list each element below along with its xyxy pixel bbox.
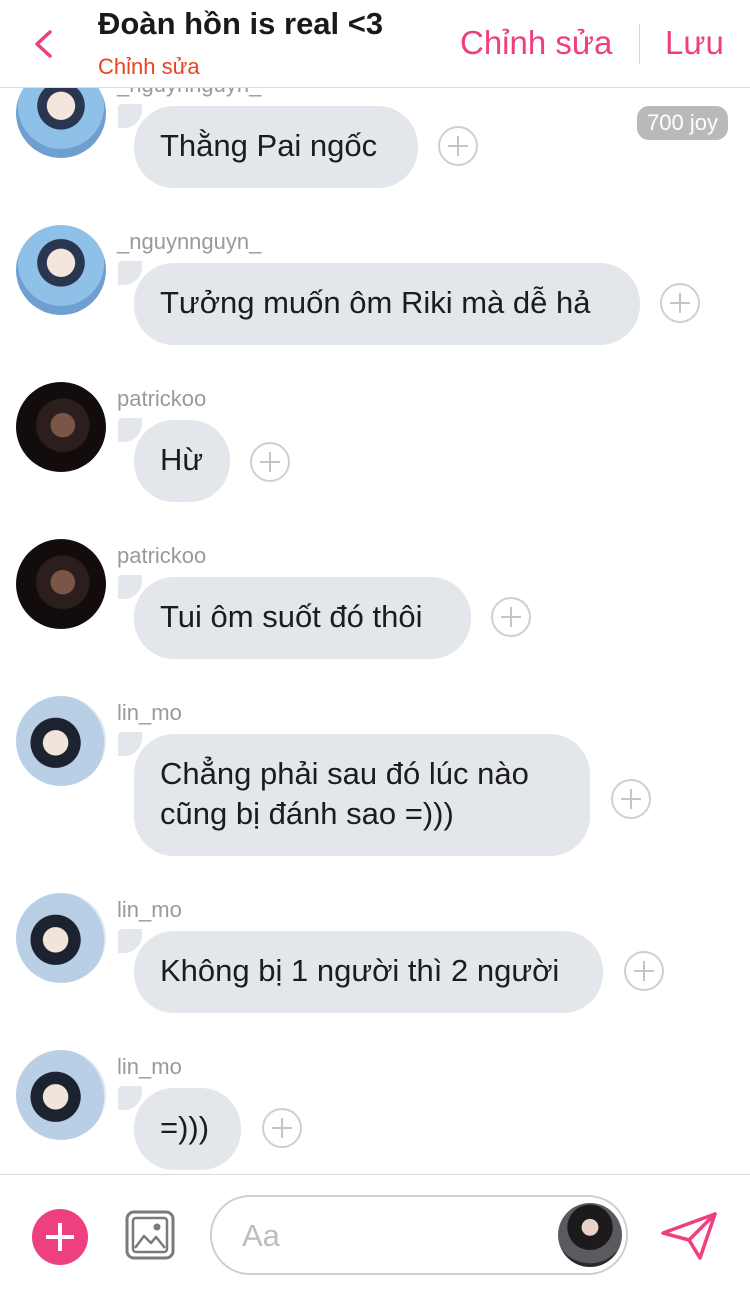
message-username: _nguynnguyn_ bbox=[117, 229, 262, 254]
avatar[interactable] bbox=[16, 696, 106, 786]
avatar[interactable] bbox=[16, 539, 106, 629]
message-bubble[interactable]: =))) bbox=[134, 1088, 241, 1170]
plus-icon[interactable] bbox=[32, 1209, 88, 1265]
save-button[interactable]: Lưu bbox=[665, 24, 724, 62]
message-username: lin_mo bbox=[117, 897, 182, 922]
add-reaction-button[interactable] bbox=[438, 126, 478, 166]
add-reaction-button[interactable] bbox=[660, 283, 700, 323]
message-text-line: cũng bị đánh sao =))) bbox=[160, 796, 454, 831]
message-bubble[interactable]: Tưởng muốn ôm Riki mà dễ hả bbox=[134, 263, 640, 345]
message-text: =))) bbox=[160, 1110, 210, 1145]
gallery-button[interactable] bbox=[124, 1209, 176, 1261]
message-text: Hừ bbox=[160, 442, 204, 477]
bubble-tail bbox=[118, 418, 142, 442]
joy-badge: 700 joy bbox=[637, 106, 728, 140]
bubble-tail bbox=[118, 732, 142, 756]
message-text: Thằng Pai ngốc bbox=[160, 128, 378, 163]
message-input-container bbox=[210, 1195, 628, 1275]
image-icon bbox=[125, 1210, 175, 1260]
message-text: Tưởng muốn ôm Riki mà dễ hả bbox=[160, 285, 591, 320]
add-reaction-button[interactable] bbox=[624, 951, 664, 991]
message-username: patrickoo bbox=[117, 386, 207, 411]
message-bubble[interactable]: Hừ bbox=[134, 420, 230, 502]
message-input[interactable] bbox=[240, 1215, 544, 1257]
bubble-tail bbox=[118, 929, 142, 953]
add-reaction-button[interactable] bbox=[611, 779, 651, 819]
chevron-left-icon bbox=[35, 30, 52, 58]
message-username: _nguynnguyn_ bbox=[117, 88, 261, 98]
add-reaction-button[interactable] bbox=[262, 1108, 302, 1148]
send-icon bbox=[661, 1212, 717, 1260]
sticker-avatar-button[interactable] bbox=[558, 1203, 622, 1267]
message-list[interactable]: _nguynnguyn_ Thằng Pai ngốc _nguynnguyn_… bbox=[0, 88, 750, 1174]
avatar[interactable] bbox=[16, 1050, 106, 1140]
back-button[interactable] bbox=[26, 26, 62, 62]
add-reaction-button[interactable] bbox=[491, 597, 531, 637]
composer-bar bbox=[0, 1174, 750, 1294]
chat-title: Đoàn hồn is real <3 bbox=[98, 6, 384, 41]
message-text: Tui ôm suốt đó thôi bbox=[160, 599, 423, 634]
chat-header: Đoàn hồn is real <3 Chỉnh sửa Chỉnh sửa … bbox=[0, 0, 750, 88]
bubble-tail bbox=[118, 261, 142, 285]
chat-screen: Đoàn hồn is real <3 Chỉnh sửa Chỉnh sửa … bbox=[0, 0, 750, 1294]
message-username: lin_mo bbox=[117, 1054, 182, 1079]
chat-subtitle[interactable]: Chỉnh sửa bbox=[98, 54, 200, 80]
message-username: lin_mo bbox=[117, 700, 182, 725]
header-divider bbox=[639, 24, 640, 64]
message-text-line: Chẳng phải sau đó lúc nào bbox=[160, 756, 529, 791]
edit-button[interactable]: Chỉnh sửa bbox=[460, 24, 612, 62]
add-reaction-button[interactable] bbox=[250, 442, 290, 482]
send-button[interactable] bbox=[660, 1211, 718, 1261]
message-bubble[interactable]: Chẳng phải sau đó lúc nào cũng bị đánh s… bbox=[134, 734, 590, 856]
avatar[interactable] bbox=[16, 88, 106, 158]
message-text: Không bị 1 người thì 2 người bbox=[160, 953, 560, 988]
message-bubble[interactable]: Không bị 1 người thì 2 người bbox=[134, 931, 603, 1013]
message-bubble[interactable]: Thằng Pai ngốc bbox=[134, 106, 418, 188]
bubble-tail bbox=[118, 575, 142, 599]
avatar[interactable] bbox=[16, 225, 106, 315]
message-username: patrickoo bbox=[117, 543, 207, 568]
avatar[interactable] bbox=[16, 893, 106, 983]
bubble-tail bbox=[118, 104, 142, 128]
message-bubble[interactable]: Tui ôm suốt đó thôi bbox=[134, 577, 471, 659]
bubble-tail bbox=[118, 1086, 142, 1110]
avatar[interactable] bbox=[16, 382, 106, 472]
